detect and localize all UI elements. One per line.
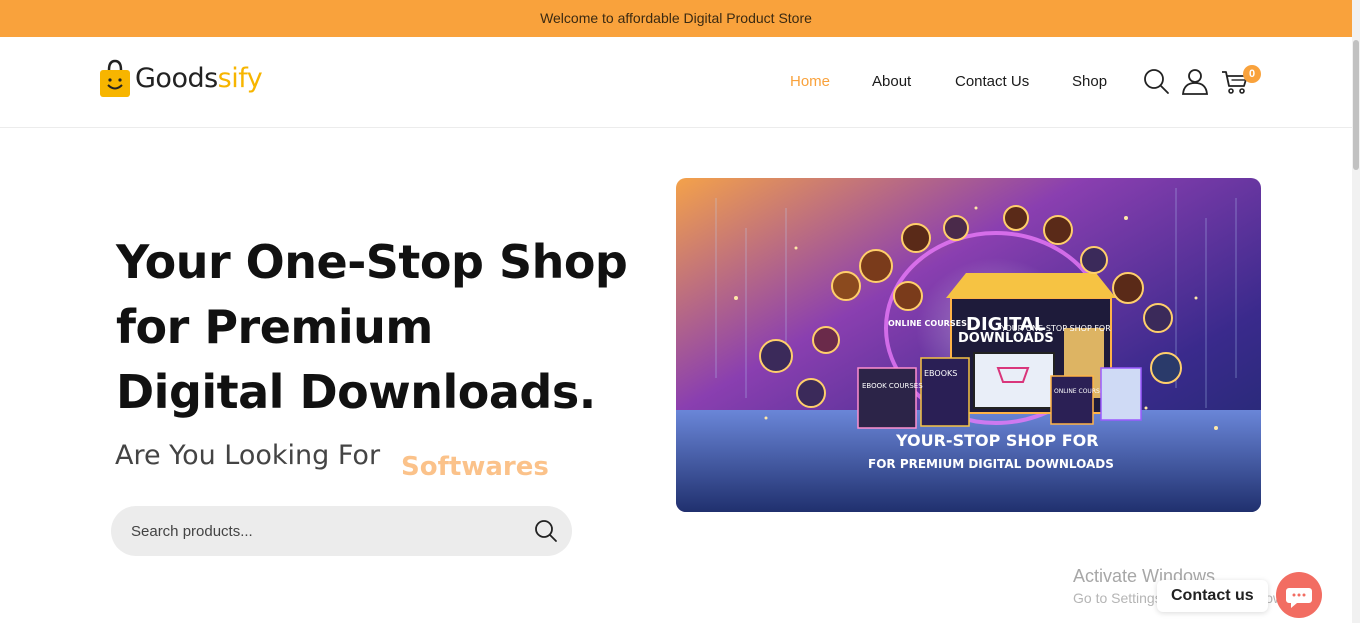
product-search-bar: [111, 506, 572, 556]
cart-count-badge: 0: [1243, 65, 1261, 83]
hero-banner-image: YOUR ONE-STOP SHOP FOR DIGITAL DOWNLOADS…: [676, 178, 1261, 512]
announcement-bar: Welcome to affordable Digital Product St…: [0, 0, 1352, 37]
banner-tagline-2: FOR PREMIUM DIGITAL DOWNLOADS: [868, 457, 1114, 471]
hero-title-line-3: Digital Downloads.: [116, 365, 596, 419]
scrollbar-thumb[interactable]: [1353, 40, 1359, 170]
chat-bubble-icon: [1286, 588, 1312, 608]
page-scrollbar[interactable]: [1352, 0, 1360, 623]
banner-label-ebook-courses: EBOOK COURSES: [862, 382, 923, 390]
nav-shop[interactable]: Shop: [1072, 73, 1107, 90]
search-submit-icon[interactable]: [532, 517, 560, 545]
rotating-category-word: Softwares: [401, 452, 549, 482]
monitor-illustration: [973, 352, 1055, 409]
banner-label-online-courses: ONLINE COURSES: [888, 319, 967, 328]
hero-title-line-1: Your One-Stop Shop: [116, 235, 628, 289]
hero-title: Your One-Stop Shop for Premium Digital D…: [116, 230, 676, 425]
nav-about[interactable]: About: [872, 73, 911, 90]
banner-tagline-1: YOUR-STOP SHOP FOR: [895, 431, 1099, 450]
nav-home[interactable]: Home: [790, 73, 830, 90]
search-icon[interactable]: [1142, 67, 1170, 95]
looking-for-text: Are You Looking For: [115, 440, 381, 471]
main-nav: Home About Contact Us Shop 0: [0, 37, 1352, 128]
banner-label-online-courses-2: ONLINE COURSES: [1054, 388, 1108, 395]
nav-contact-us[interactable]: Contact Us: [955, 73, 1029, 90]
banner-label-ebooks: EBOOKS: [924, 369, 957, 378]
banner-sign-main-2: DOWNLOADS: [958, 331, 1054, 346]
user-account-icon[interactable]: [1181, 67, 1209, 95]
announcement-text: Welcome to affordable Digital Product St…: [540, 10, 812, 26]
search-input[interactable]: [131, 506, 521, 556]
contact-us-chat-label[interactable]: Contact us: [1157, 580, 1268, 612]
chat-launcher-button[interactable]: [1276, 572, 1322, 618]
hero-title-line-2: for Premium: [116, 300, 433, 354]
